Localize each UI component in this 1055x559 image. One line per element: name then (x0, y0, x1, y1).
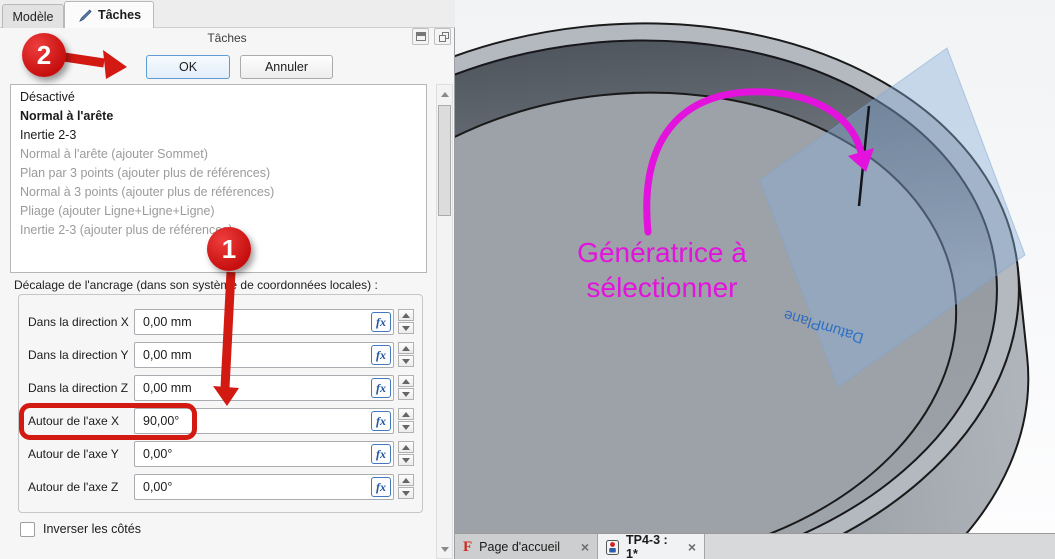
tab-modele[interactable]: Modèle (2, 4, 64, 28)
direction-x-spinner (398, 309, 414, 335)
panel-title: Tâches (0, 31, 454, 45)
scrollbar-up-icon[interactable] (437, 86, 452, 102)
cancel-button[interactable]: Annuler (240, 55, 333, 79)
formula-icon[interactable]: fx (371, 444, 391, 464)
direction-z-spinner (398, 375, 414, 401)
dock-icon[interactable] (412, 28, 429, 45)
close-icon[interactable]: × (688, 540, 696, 554)
field-label: Dans la direction X (28, 309, 130, 335)
tab-modele-label: Modèle (13, 10, 54, 24)
field-row-direction-z: Dans la direction Z fx (19, 375, 422, 401)
tasks-panel: Modèle Tâches Tâches OK Annuler Désactiv… (0, 0, 455, 559)
mdi-tab-document-label: TP4-3 : 1* (626, 533, 681, 559)
direction-z-input[interactable] (134, 375, 394, 401)
spinner-up-button[interactable] (398, 309, 414, 321)
ok-button[interactable]: OK (146, 55, 230, 79)
spinner-up-button[interactable] (398, 408, 414, 420)
field-label: Dans la direction Z (28, 375, 130, 401)
axis-y-spinner (398, 441, 414, 467)
scrollbar-down-icon[interactable] (437, 541, 452, 557)
tab-taches-label: Tâches (98, 8, 141, 22)
spinner-down-button[interactable] (398, 322, 414, 334)
list-item[interactable]: Inertie 2-3 (11, 126, 426, 145)
step-1-badge: 1 (207, 227, 251, 271)
list-item: Normal à 3 points (ajouter plus de référ… (11, 183, 426, 202)
spinner-down-button[interactable] (398, 487, 414, 499)
scene-3d[interactable]: DatumPlane Génératrice à sélectionner (455, 0, 1055, 533)
spinner-down-button[interactable] (398, 454, 414, 466)
spinner-up-button[interactable] (398, 474, 414, 486)
float-icon[interactable] (434, 28, 451, 45)
panel-tabbar: Modèle Tâches (0, 0, 455, 28)
list-item: Plan par 3 points (ajouter plus de référ… (11, 164, 426, 183)
mdi-tab-document[interactable]: TP4-3 : 1* × (598, 534, 705, 559)
axis-z-spinner (398, 474, 414, 500)
formula-icon[interactable]: fx (371, 411, 391, 431)
panel-scrollbar[interactable] (436, 84, 453, 559)
field-label: Autour de l'axe Z (28, 474, 130, 500)
axis-x-spinner (398, 408, 414, 434)
callout-text-line2: sélectionner (587, 272, 738, 303)
highlight-box-axis-x (19, 403, 197, 440)
spinner-up-button[interactable] (398, 375, 414, 387)
axis-z-input[interactable] (134, 474, 394, 500)
scrollbar-thumb[interactable] (438, 105, 451, 216)
field-row-axis-z: Autour de l'axe Z fx (19, 474, 422, 500)
formula-icon[interactable]: fx (371, 378, 391, 398)
field-row-direction-x: Dans la direction X fx (19, 309, 422, 335)
field-label: Dans la direction Y (28, 342, 130, 368)
direction-x-input[interactable] (134, 309, 394, 335)
field-row-axis-y: Autour de l'axe Y fx (19, 441, 422, 467)
field-label: Autour de l'axe Y (28, 441, 130, 467)
field-row-direction-y: Dans la direction Y fx (19, 342, 422, 368)
viewport-3d[interactable]: DatumPlane Génératrice à sélectionner (455, 0, 1055, 533)
list-item: Normal à l'arête (ajouter Sommet) (11, 145, 426, 164)
direction-y-spinner (398, 342, 414, 368)
spinner-down-button[interactable] (398, 388, 414, 400)
app-window: Modèle Tâches Tâches OK Annuler Désactiv… (0, 0, 1055, 559)
callout-text-line1: Génératrice à (577, 237, 747, 268)
invert-sides-checkbox[interactable] (20, 522, 35, 537)
tab-taches[interactable]: Tâches (64, 1, 154, 28)
spinner-down-button[interactable] (398, 355, 414, 367)
mdi-tabbar: F Page d'accueil × TP4-3 : 1* × (455, 533, 1055, 559)
formula-icon[interactable]: fx (371, 477, 391, 497)
close-icon[interactable]: × (581, 540, 589, 554)
step-2-badge: 2 (22, 33, 66, 77)
spinner-up-button[interactable] (398, 342, 414, 354)
offset-caption: Décalage de l'ancrage (dans son système … (14, 278, 378, 292)
axis-y-input[interactable] (134, 441, 394, 467)
freecad-logo-icon: F (463, 540, 472, 555)
mdi-tab-home-label: Page d'accueil (479, 540, 560, 554)
invert-sides-label: Inverser les côtés (43, 522, 141, 536)
document-icon (606, 540, 619, 555)
pencil-icon (77, 8, 92, 23)
formula-icon[interactable]: fx (371, 312, 391, 332)
list-item[interactable]: Normal à l'arête (11, 107, 426, 126)
spinner-up-button[interactable] (398, 441, 414, 453)
direction-y-input[interactable] (134, 342, 394, 368)
mdi-tab-home[interactable]: F Page d'accueil × (455, 534, 598, 559)
spinner-down-button[interactable] (398, 421, 414, 433)
step-2-arrowhead (103, 50, 127, 79)
list-item[interactable]: Désactivé (11, 88, 426, 107)
list-item: Pliage (ajouter Ligne+Ligne+Ligne) (11, 202, 426, 221)
step-2-arrow (64, 57, 104, 63)
formula-icon[interactable]: fx (371, 345, 391, 365)
